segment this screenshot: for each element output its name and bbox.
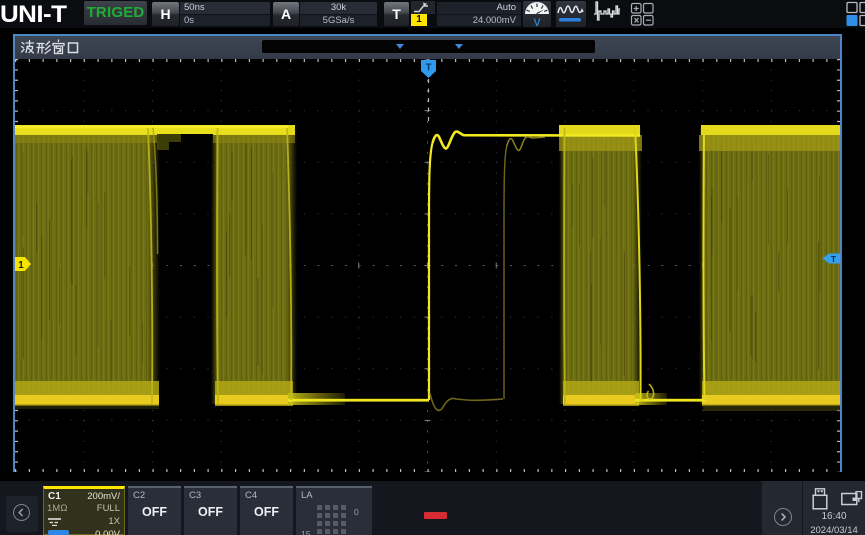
svg-text:T: T [831,254,837,264]
svg-text:V: V [533,17,541,27]
svg-text:1: 1 [18,260,24,271]
svg-text:T: T [425,63,431,74]
